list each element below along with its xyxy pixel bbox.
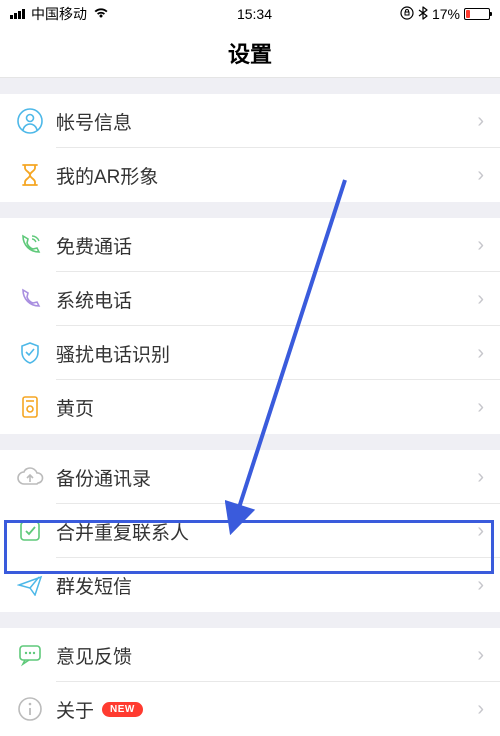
- chevron-right-icon: ›: [477, 396, 484, 419]
- shield-icon: [16, 339, 44, 367]
- new-badge: NEW: [102, 702, 143, 717]
- item-about[interactable]: 关于 NEW ›: [0, 682, 500, 736]
- item-backup-contacts[interactable]: 备份通讯录 ›: [0, 450, 500, 504]
- item-spam-detection[interactable]: 骚扰电话识别 ›: [0, 326, 500, 380]
- checkbox-icon: [16, 517, 44, 545]
- item-bulk-sms[interactable]: 群发短信 ›: [0, 558, 500, 612]
- hourglass-icon: [16, 161, 44, 189]
- bluetooth-icon: [418, 6, 428, 23]
- settings-group-3: 备份通讯录 › 合并重复联系人 › 群发短信 ›: [0, 450, 500, 612]
- item-label: 意见反馈: [56, 642, 471, 669]
- phone-wifi-icon: [16, 231, 44, 259]
- page-title: 设置: [228, 37, 272, 69]
- item-label: 系统电话: [56, 286, 471, 313]
- info-icon: [16, 695, 44, 723]
- chat-icon: [16, 641, 44, 669]
- item-yellow-pages[interactable]: 黄页 ›: [0, 380, 500, 434]
- item-feedback[interactable]: 意见反馈 ›: [0, 628, 500, 682]
- item-label: 帐号信息: [56, 108, 471, 135]
- chevron-right-icon: ›: [477, 574, 484, 597]
- page-icon: [16, 393, 44, 421]
- chevron-right-icon: ›: [477, 698, 484, 721]
- settings-group-4: 意见反馈 › 关于 NEW ›: [0, 628, 500, 736]
- chevron-right-icon: ›: [477, 110, 484, 133]
- status-time: 15:34: [237, 6, 272, 22]
- settings-group-2: 免费通话 › 系统电话 › 骚扰电话识别 › 黄页 ›: [0, 218, 500, 434]
- chevron-right-icon: ›: [477, 342, 484, 365]
- item-system-call[interactable]: 系统电话 ›: [0, 272, 500, 326]
- phone-icon: [16, 285, 44, 313]
- wifi-icon: [93, 7, 109, 21]
- battery-icon: [464, 8, 490, 20]
- signal-icon: [10, 9, 25, 19]
- item-label: 我的AR形象: [56, 162, 471, 189]
- item-label: 合并重复联系人: [56, 518, 471, 545]
- status-bar: 中国移动 15:34 17%: [0, 0, 500, 28]
- chevron-right-icon: ›: [477, 520, 484, 543]
- item-label: 关于: [56, 696, 94, 723]
- item-label: 群发短信: [56, 572, 471, 599]
- item-label: 骚扰电话识别: [56, 340, 471, 367]
- person-icon: [16, 107, 44, 135]
- page-header: 设置: [0, 28, 500, 78]
- chevron-right-icon: ›: [477, 164, 484, 187]
- cloud-upload-icon: [16, 463, 44, 491]
- item-merge-contacts[interactable]: 合并重复联系人 ›: [0, 504, 500, 558]
- chevron-right-icon: ›: [477, 288, 484, 311]
- item-ar-avatar[interactable]: 我的AR形象 ›: [0, 148, 500, 202]
- settings-group-1: 帐号信息 › 我的AR形象 ›: [0, 94, 500, 202]
- item-free-call[interactable]: 免费通话 ›: [0, 218, 500, 272]
- item-label: 备份通讯录: [56, 464, 471, 491]
- battery-percent: 17%: [432, 6, 460, 22]
- item-label: 黄页: [56, 394, 471, 421]
- orientation-lock-icon: [400, 6, 414, 23]
- status-left: 中国移动: [10, 4, 109, 24]
- chevron-right-icon: ›: [477, 234, 484, 257]
- carrier-label: 中国移动: [31, 4, 87, 24]
- chevron-right-icon: ›: [477, 466, 484, 489]
- item-account-info[interactable]: 帐号信息 ›: [0, 94, 500, 148]
- item-label: 免费通话: [56, 232, 471, 259]
- send-icon: [16, 571, 44, 599]
- chevron-right-icon: ›: [477, 644, 484, 667]
- status-right: 17%: [400, 6, 490, 23]
